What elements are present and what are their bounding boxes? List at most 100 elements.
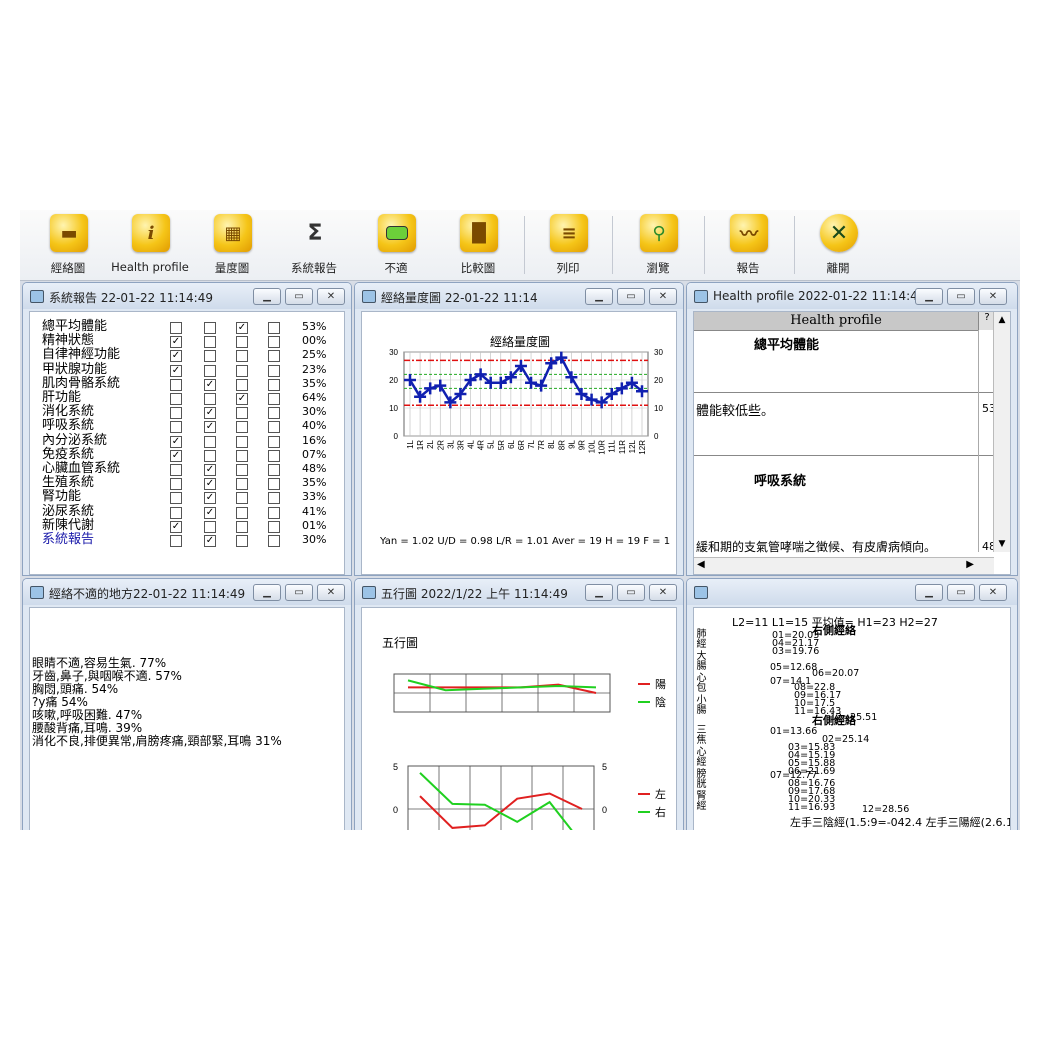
checkbox-checked[interactable]: ✓ xyxy=(170,364,182,377)
checkbox-checked[interactable]: ✓ xyxy=(204,421,216,434)
scroll-left-arrow-icon[interactable]: ◀ xyxy=(697,559,705,570)
vertical-scrollbar[interactable]: ▲ ▼ xyxy=(993,312,1010,552)
checkbox-checked[interactable]: ✓ xyxy=(204,464,216,476)
health-profile-body: Health profile ? 總平均體能 體能較低些。 53 呼吸系統 緩和… xyxy=(693,311,1011,575)
checkbox-unchecked[interactable] xyxy=(236,336,248,349)
minimize-button[interactable]: ▁ xyxy=(253,288,281,305)
checkbox-unchecked[interactable] xyxy=(204,322,216,334)
checkbox-checked[interactable]: ✓ xyxy=(170,435,182,448)
checkbox-unchecked[interactable] xyxy=(268,464,280,476)
checkbox-unchecked[interactable] xyxy=(268,520,280,533)
checkbox-unchecked[interactable] xyxy=(204,393,216,405)
toolbar-system-report-button[interactable]: Σ 系統報告 xyxy=(274,212,354,278)
checkbox-unchecked[interactable] xyxy=(268,350,280,363)
scroll-right-arrow-icon[interactable]: ▶ xyxy=(966,559,974,570)
checkbox-unchecked[interactable] xyxy=(204,520,216,533)
checkbox-unchecked[interactable] xyxy=(268,393,280,405)
checkbox-unchecked[interactable] xyxy=(268,378,280,391)
checkbox-unchecked[interactable] xyxy=(170,407,182,420)
checkbox-unchecked[interactable] xyxy=(236,407,248,420)
maximize-button[interactable]: ▭ xyxy=(617,584,645,601)
maximize-button[interactable]: ▭ xyxy=(947,288,975,305)
checkbox-unchecked[interactable] xyxy=(268,492,280,505)
checkbox-checked[interactable]: ✓ xyxy=(204,407,216,420)
toolbar-print-button[interactable]: ≡ 列印 xyxy=(528,212,608,278)
checkbox-unchecked[interactable] xyxy=(170,464,182,476)
maximize-button[interactable]: ▭ xyxy=(617,288,645,305)
checkbox-checked[interactable]: ✓ xyxy=(204,535,216,547)
minimize-button[interactable]: ▁ xyxy=(253,584,281,601)
checkbox-checked[interactable]: ✓ xyxy=(204,378,216,391)
checkbox-unchecked[interactable] xyxy=(170,535,182,547)
checkbox-unchecked[interactable] xyxy=(236,435,248,448)
close-button[interactable]: ✕ xyxy=(649,584,677,601)
checkbox-unchecked[interactable] xyxy=(204,336,216,349)
checkbox-unchecked[interactable] xyxy=(268,478,280,491)
close-button[interactable]: ✕ xyxy=(317,288,345,305)
horizontal-scrollbar[interactable]: ◀ ▶ xyxy=(694,557,994,574)
scroll-up-arrow-icon[interactable]: ▲ xyxy=(994,312,1010,328)
checkbox-unchecked[interactable] xyxy=(204,364,216,377)
checkbox-unchecked[interactable] xyxy=(170,478,182,491)
checkbox-unchecked[interactable] xyxy=(236,421,248,434)
checkbox-unchecked[interactable] xyxy=(268,336,280,349)
close-button[interactable]: ✕ xyxy=(317,584,345,601)
checkbox-unchecked[interactable] xyxy=(204,350,216,363)
toolbar-exit-button[interactable]: ✕ 離開 xyxy=(798,212,878,278)
checkbox-checked[interactable]: ✓ xyxy=(170,336,182,349)
checkbox-unchecked[interactable] xyxy=(268,364,280,377)
toolbar-discomfort-button[interactable]: 不適 xyxy=(356,212,436,278)
maximize-button[interactable]: ▭ xyxy=(285,288,313,305)
checkbox-unchecked[interactable] xyxy=(268,535,280,547)
toolbar-report-button[interactable]: 〰 報告 xyxy=(708,212,788,278)
close-button[interactable]: ✕ xyxy=(649,288,677,305)
minimize-button[interactable]: ▁ xyxy=(585,584,613,601)
checkbox-unchecked[interactable] xyxy=(170,492,182,505)
checkbox-unchecked[interactable] xyxy=(268,421,280,434)
toolbar-health-profile-button[interactable]: i Health profile xyxy=(110,212,190,278)
checkbox-checked[interactable]: ✓ xyxy=(170,350,182,363)
checkbox-checked[interactable]: ✓ xyxy=(204,478,216,491)
minimize-button[interactable]: ▁ xyxy=(585,288,613,305)
checkbox-unchecked[interactable] xyxy=(204,449,216,462)
checkbox-unchecked[interactable] xyxy=(236,378,248,391)
checkbox-unchecked[interactable] xyxy=(236,350,248,363)
checkbox-unchecked[interactable] xyxy=(170,506,182,519)
checkbox-unchecked[interactable] xyxy=(170,421,182,434)
checkbox-unchecked[interactable] xyxy=(236,535,248,547)
checkbox-unchecked[interactable] xyxy=(236,364,248,377)
checkbox-checked[interactable]: ✓ xyxy=(204,506,216,519)
checkbox-unchecked[interactable] xyxy=(268,322,280,334)
checkbox-unchecked[interactable] xyxy=(268,435,280,448)
checkbox-unchecked[interactable] xyxy=(236,492,248,505)
checkbox-checked[interactable]: ✓ xyxy=(170,449,182,462)
toolbar-browse-button[interactable]: ⚲ 瀏覽 xyxy=(618,212,698,278)
toolbar-meridian-button[interactable]: ▬ 經絡圖 xyxy=(28,212,108,278)
toolbar-measure-chart-button[interactable]: ▦ 量度圖 xyxy=(192,212,272,278)
maximize-button[interactable]: ▭ xyxy=(947,584,975,601)
checkbox-unchecked[interactable] xyxy=(236,520,248,533)
scroll-down-arrow-icon[interactable]: ▼ xyxy=(994,536,1010,552)
toolbar-compare-chart-button[interactable]: ▐▌ 比較圖 xyxy=(438,212,518,278)
maximize-button[interactable]: ▭ xyxy=(285,584,313,601)
checkbox-unchecked[interactable] xyxy=(236,449,248,462)
checkbox-unchecked[interactable] xyxy=(268,449,280,462)
checkbox-unchecked[interactable] xyxy=(236,464,248,476)
close-button[interactable]: ✕ xyxy=(979,288,1007,305)
checkbox-checked[interactable]: ✓ xyxy=(170,520,182,533)
checkbox-unchecked[interactable] xyxy=(236,478,248,491)
checkbox-unchecked[interactable] xyxy=(236,506,248,519)
checkbox-unchecked[interactable] xyxy=(204,435,216,448)
close-button[interactable]: ✕ xyxy=(979,584,1007,601)
checkbox-unchecked[interactable] xyxy=(170,322,182,334)
measure-chart-footer: Yan = 1.02 U/D = 0.98 L/R = 1.01 Aver = … xyxy=(380,536,671,547)
checkbox-unchecked[interactable] xyxy=(170,393,182,405)
checkbox-checked[interactable]: ✓ xyxy=(204,492,216,505)
checkbox-unchecked[interactable] xyxy=(170,378,182,391)
checkbox-unchecked[interactable] xyxy=(268,506,280,519)
minimize-button[interactable]: ▁ xyxy=(915,584,943,601)
minimize-button[interactable]: ▁ xyxy=(915,288,943,305)
checkbox-checked[interactable]: ✓ xyxy=(236,393,248,405)
checkbox-unchecked[interactable] xyxy=(268,407,280,420)
checkbox-checked[interactable]: ✓ xyxy=(236,322,248,334)
